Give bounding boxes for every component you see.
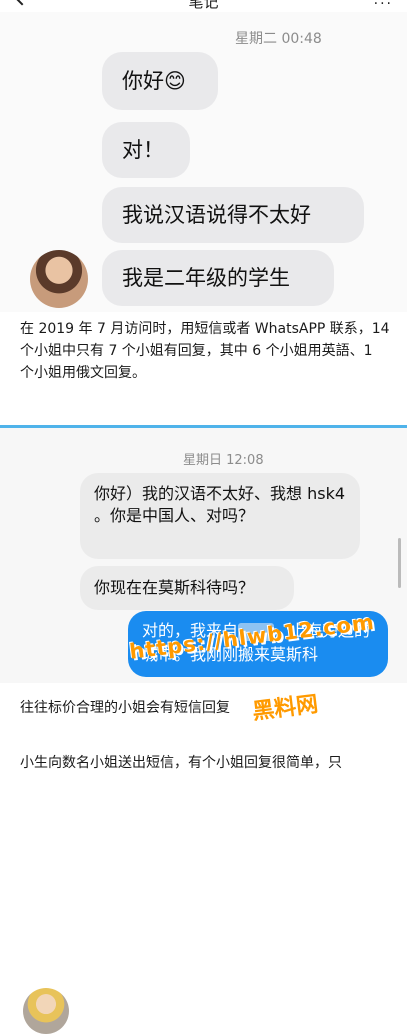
chat-screenshot-1: 星期二 00:48 你好😊 对！ 我说汉语说得不太好 我是二年级的学生 — [0, 12, 407, 312]
chat-timestamp: 星期二 00:48 — [235, 31, 322, 47]
body-paragraph: 在 2019 年 7 月访问时，用短信或者 WhatsAPP 联系，14 个小姐… — [20, 321, 390, 381]
contact-avatar — [23, 988, 69, 1034]
message-bubble: 对！ — [102, 122, 190, 178]
note-title: 笔记 — [188, 0, 219, 11]
message-bubble: 你好😊 — [102, 52, 218, 110]
message-bubble: 我是二年级的学生 — [102, 250, 334, 306]
watermark-brand: 黑料网 — [251, 692, 320, 725]
more-icon[interactable]: ... — [374, 0, 393, 8]
top-navigation-bar: 笔记 ... — [0, 0, 407, 12]
contact-avatar — [30, 250, 88, 308]
scrollbar[interactable] — [398, 538, 401, 588]
body-paragraph: 往往标价合理的小姐会有短信回复 — [20, 700, 230, 716]
message-bubble: 你现在在莫斯科待吗？ — [80, 566, 294, 610]
message-bubble: 你好）我的汉语不太好、我想 hsk4 。你是中国人、对吗？ — [80, 473, 360, 559]
message-bubble: 我说汉语说得不太好 — [102, 187, 364, 243]
body-paragraph: 小生向数名小姐送出短信，有个小姐回复很简单，只 — [20, 755, 342, 771]
chat-timestamp: 星期日 12:08 — [183, 453, 264, 468]
